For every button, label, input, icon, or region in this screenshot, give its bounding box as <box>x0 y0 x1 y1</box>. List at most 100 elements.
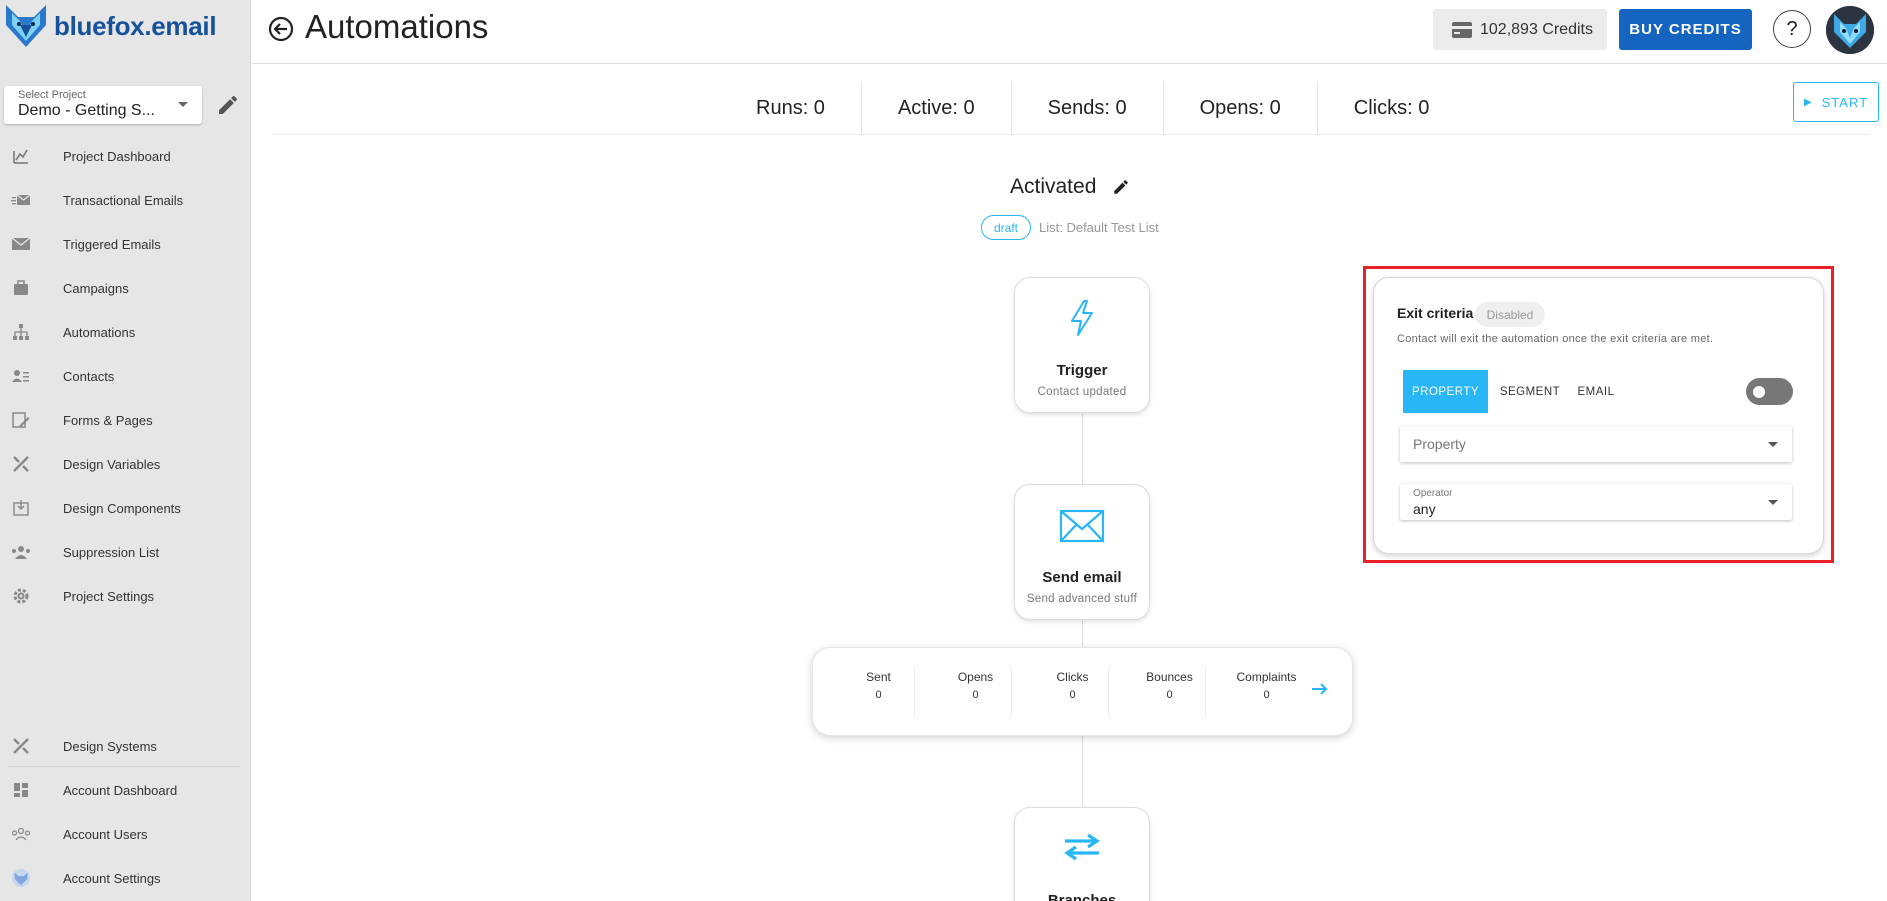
metric-label: Bounces <box>1146 670 1193 684</box>
sitemap-icon <box>11 322 31 342</box>
fox-avatar-icon <box>1826 6 1874 54</box>
sidebar-item-label: Account Users <box>63 826 148 842</box>
metric-divider <box>914 666 915 718</box>
operator-value: any <box>1413 501 1436 517</box>
stat-sends: Sends: 0 <box>1012 82 1164 134</box>
metric-label: Sent <box>866 670 891 684</box>
metric-divider <box>1108 666 1109 718</box>
credits-display[interactable]: 102,893 Credits <box>1433 9 1607 50</box>
credit-card-icon <box>1452 22 1472 38</box>
metric-bounces: Bounces 0 <box>1121 670 1218 701</box>
sidebar-item-label: Contacts <box>63 368 115 384</box>
suppression-icon <box>11 542 31 562</box>
stat-opens: Opens: 0 <box>1164 82 1318 134</box>
fox-icon <box>11 868 31 888</box>
back-button[interactable] <box>268 16 294 42</box>
swap-arrows-icon <box>1015 832 1149 862</box>
metric-value: 0 <box>1263 689 1270 701</box>
metric-value: 0 <box>972 689 979 701</box>
pencil-icon <box>219 95 237 114</box>
arrow-right-icon <box>1312 683 1328 695</box>
operator-select[interactable]: Operator any <box>1400 484 1792 520</box>
form-edit-icon <box>11 410 31 430</box>
metric-divider <box>1011 666 1012 718</box>
stats-divider <box>272 134 1870 135</box>
toggle-knob <box>1753 386 1765 398</box>
sidebar-item-account-settings[interactable]: Account Settings <box>0 863 251 893</box>
chevron-down-icon <box>178 102 188 107</box>
sidebar-item-label: Project Dashboard <box>63 148 171 164</box>
chevron-down-icon <box>1768 442 1778 447</box>
fox-logo-icon <box>6 5 46 47</box>
trigger-node[interactable]: Trigger Contact updated <box>1014 277 1150 413</box>
edit-title-button[interactable] <box>1112 178 1130 196</box>
metric-label: Opens <box>957 670 994 684</box>
edit-project-button[interactable] <box>216 93 240 117</box>
property-select[interactable]: Property <box>1400 426 1792 462</box>
branches-title: Branches <box>1047 892 1117 901</box>
stat-runs: Runs: 0 <box>720 82 862 134</box>
sidebar-item-account-dashboard[interactable]: Account Dashboard <box>0 775 251 805</box>
dashboard-icon <box>11 780 31 800</box>
envelope-icon <box>1015 509 1149 543</box>
stat-active: Active: 0 <box>862 82 1012 134</box>
top-header: Automations 102,893 Credits BUY CREDITS … <box>252 0 1887 64</box>
sidebar-item-label: Suppression List <box>63 544 160 560</box>
exit-criteria-title: Exit criteria <box>1397 305 1474 321</box>
project-select-value: Demo - Getting S... <box>18 102 155 119</box>
avatar[interactable] <box>1826 6 1874 54</box>
start-button[interactable]: ▶ START <box>1793 82 1879 122</box>
metric-value: 0 <box>1166 689 1173 701</box>
sidebar-item-forms-pages[interactable]: Forms & Pages <box>0 405 251 435</box>
sidebar-item-design-systems[interactable]: Design Systems <box>0 731 251 761</box>
sidebar-item-automations[interactable]: Automations <box>0 317 251 347</box>
tab-segment[interactable]: SEGMENT <box>1492 370 1568 413</box>
sidebar-item-design-components[interactable]: Design Components <box>0 493 251 523</box>
exit-criteria-toggle[interactable] <box>1746 378 1793 405</box>
credits-text: 102,893 Credits <box>1480 20 1593 38</box>
view-details-button[interactable] <box>1310 681 1330 697</box>
sidebar-item-project-dashboard[interactable]: Project Dashboard <box>0 141 251 171</box>
component-icon <box>11 498 31 518</box>
sidebar-item-design-variables[interactable]: Design Variables <box>0 449 251 479</box>
help-button[interactable]: ? <box>1773 10 1811 48</box>
sidebar-item-label: Account Dashboard <box>63 782 178 798</box>
lightning-icon <box>1015 299 1149 337</box>
design-tools-icon <box>11 736 31 756</box>
email-metrics-card: Sent 0 Opens 0 Clicks 0 Bounces 0 Compla… <box>812 647 1353 736</box>
branches-node[interactable]: Branches <box>1014 807 1150 901</box>
exit-criteria-panel: Exit criteria Disabled Contact will exit… <box>1373 277 1824 554</box>
chevron-down-icon <box>1768 500 1778 505</box>
sidebar-item-suppression-list[interactable]: Suppression List <box>0 537 251 567</box>
send-email-node[interactable]: Send email Send advanced stuff <box>1014 484 1150 620</box>
sidebar-item-project-settings[interactable]: Project Settings <box>0 581 251 611</box>
tab-property[interactable]: PROPERTY <box>1403 370 1488 413</box>
sidebar-item-transactional-emails[interactable]: Transactional Emails <box>0 185 251 215</box>
automation-title: Activated <box>1010 175 1097 198</box>
metric-divider <box>1205 666 1206 718</box>
brand-name: bluefox.email <box>54 10 217 41</box>
send-email-subtitle: Send advanced stuff <box>1026 593 1138 605</box>
metric-clicks: Clicks 0 <box>1024 670 1121 701</box>
flow-connector <box>1082 620 1083 648</box>
contacts-icon <box>11 366 31 386</box>
sidebar-item-label: Project Settings <box>63 588 155 604</box>
sidebar-item-campaigns[interactable]: Campaigns <box>0 273 251 303</box>
sidebar-item-contacts[interactable]: Contacts <box>0 361 251 391</box>
sidebar-divider <box>8 766 240 767</box>
exit-criteria-description: Contact will exit the automation once th… <box>1397 333 1714 345</box>
sidebar-item-label: Transactional Emails <box>63 192 184 208</box>
chart-icon <box>11 146 31 166</box>
transactional-email-icon <box>11 190 31 210</box>
sidebar-item-triggered-emails[interactable]: Triggered Emails <box>0 229 251 259</box>
tab-email[interactable]: EMAIL <box>1572 370 1620 413</box>
send-email-title: Send email <box>1042 569 1122 586</box>
buy-credits-button[interactable]: BUY CREDITS <box>1619 9 1752 50</box>
sidebar-item-label: Design Variables <box>63 456 161 472</box>
brand-logo[interactable]: bluefox.email <box>2 2 217 50</box>
sidebar-item-account-users[interactable]: Account Users <box>0 819 251 849</box>
trigger-title: Trigger <box>1056 362 1108 379</box>
metric-label: Clicks <box>1056 670 1089 684</box>
metric-opens: Opens 0 <box>927 670 1024 701</box>
project-select[interactable]: Select Project Demo - Getting S... <box>4 86 202 124</box>
